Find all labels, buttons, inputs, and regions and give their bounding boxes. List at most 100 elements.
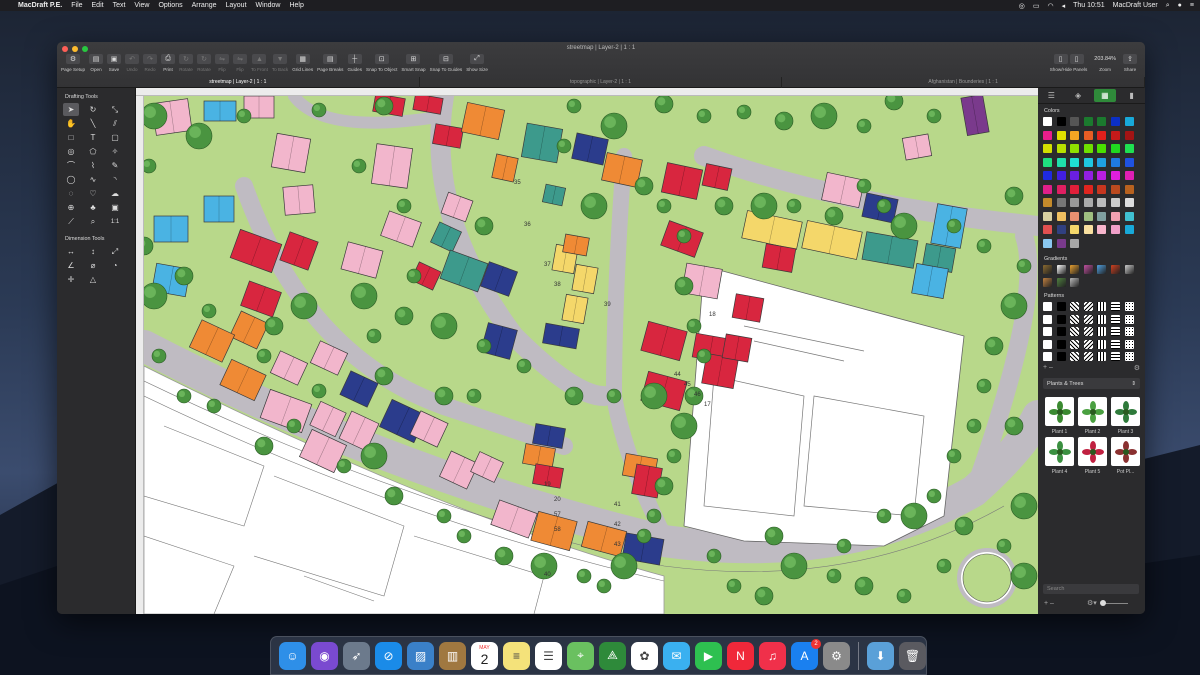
flip-button[interactable]: ⇋ Flip	[231, 54, 249, 76]
color-swatch[interactable]	[1124, 117, 1134, 126]
flip-button[interactable]: ⇋ Flip	[213, 54, 231, 76]
pattern-swatch[interactable]	[1043, 327, 1052, 336]
diagonal-dimension-icon[interactable]: ⤢	[107, 245, 123, 258]
pattern-swatch[interactable]	[1083, 339, 1093, 349]
pattern-swatch[interactable]	[1083, 302, 1093, 311]
color-swatch[interactable]	[1043, 157, 1052, 167]
pattern-swatch[interactable]	[1056, 302, 1066, 311]
color-swatch[interactable]	[1097, 130, 1107, 140]
pattern-swatch[interactable]	[1097, 339, 1107, 349]
pattern-swatch[interactable]	[1070, 302, 1080, 311]
radius-dimension-icon[interactable]: ◔	[107, 259, 123, 272]
facetime-icon[interactable]: ▶	[695, 641, 722, 670]
messages-icon[interactable]: ✉	[663, 641, 690, 670]
pattern-swatch[interactable]	[1124, 314, 1134, 324]
color-swatch[interactable]	[1110, 117, 1120, 126]
gradient-swatch[interactable]	[1070, 278, 1080, 287]
menu-options[interactable]: Options	[158, 2, 182, 9]
pattern-swatch[interactable]	[1056, 314, 1066, 324]
properties-tab-icon[interactable]: ☰	[1040, 89, 1062, 102]
siri-icon[interactable]: ◉	[311, 641, 338, 670]
page-breaks-button[interactable]: ▤ Page Breaks	[315, 54, 345, 76]
rotate-button[interactable]: ↻ Rotate	[177, 54, 195, 76]
color-swatch[interactable]	[1056, 211, 1066, 221]
horizontal-dimension-icon[interactable]: ↔	[63, 245, 79, 258]
macdraft-icon[interactable]: ⟁	[599, 641, 626, 670]
launchpad-icon[interactable]: ➶	[343, 641, 370, 670]
color-swatch[interactable]	[1083, 130, 1093, 140]
eyedropper-tool-icon[interactable]: ⟋	[63, 215, 79, 228]
color-swatch[interactable]	[1124, 130, 1134, 140]
pattern-swatch[interactable]	[1110, 352, 1120, 361]
cloud-tool-icon[interactable]: ☁	[107, 187, 123, 200]
color-swatch[interactable]	[1056, 157, 1066, 167]
zoom-control[interactable]: 203.84% Zoom	[1092, 54, 1118, 72]
open-button[interactable]: ▤ Open	[87, 54, 105, 76]
color-swatch[interactable]	[1043, 171, 1052, 180]
color-swatch[interactable]	[1097, 144, 1107, 153]
pattern-swatch[interactable]	[1056, 339, 1066, 349]
pattern-swatch[interactable]	[1097, 314, 1107, 324]
donut-tool-icon[interactable]: ◌	[63, 187, 79, 200]
guides-button[interactable]: ┼ Guides	[345, 54, 364, 76]
crosshair-tool-icon[interactable]: ⊕	[63, 201, 79, 214]
color-swatch[interactable]	[1124, 211, 1134, 221]
calendar-icon[interactable]: MAY 2	[471, 641, 498, 670]
finder-icon[interactable]: ☺	[279, 641, 306, 670]
photos-icon[interactable]: ✿	[631, 641, 658, 670]
fill-settings-icon[interactable]: ⚙	[1134, 364, 1140, 372]
notefile-icon[interactable]: ▥	[439, 641, 466, 670]
pattern-swatch[interactable]	[1097, 302, 1107, 311]
pattern-swatch[interactable]	[1043, 352, 1052, 361]
rotate-button[interactable]: ↻ Rotate	[195, 54, 213, 76]
color-swatch[interactable]	[1083, 117, 1093, 126]
menu-layout[interactable]: Layout	[226, 2, 247, 9]
tab-afghanistan[interactable]: Afghanistan | Bounderies | 1 : 1	[782, 77, 1145, 88]
plant-item[interactable]: Pot Pl...	[1109, 437, 1142, 475]
color-swatch[interactable]	[1124, 157, 1134, 167]
pattern-swatch[interactable]	[1056, 352, 1066, 361]
pattern-swatch[interactable]	[1097, 352, 1107, 361]
color-swatch[interactable]	[1083, 171, 1093, 180]
pattern-swatch[interactable]	[1070, 314, 1080, 324]
snap-to-object-button[interactable]: ⊡ Snap To Object	[364, 54, 399, 76]
color-swatch[interactable]	[1043, 211, 1052, 221]
menu-help[interactable]: Help	[289, 2, 303, 9]
pattern-swatch[interactable]	[1056, 327, 1066, 336]
zoom-tool-icon[interactable]: ⌕	[85, 215, 101, 228]
show-hide-panels-button[interactable]: ▯ ▯ Show/Hide Panels	[1048, 54, 1090, 72]
menu-window[interactable]: Window	[256, 2, 281, 9]
resize-tool-icon[interactable]: ⤡	[107, 103, 123, 116]
scale-tool[interactable]: 1:1	[107, 215, 123, 228]
gradient-swatch[interactable]	[1097, 264, 1107, 274]
color-swatch[interactable]	[1056, 144, 1066, 153]
color-swatch[interactable]	[1043, 198, 1052, 207]
color-swatch[interactable]	[1070, 225, 1080, 234]
color-swatch[interactable]	[1070, 238, 1080, 248]
layers-tab-icon[interactable]: ◈	[1067, 89, 1089, 102]
image-tool-icon[interactable]: ▣	[107, 201, 123, 214]
settings-icon[interactable]: ⚙	[823, 641, 850, 670]
gradient-swatch[interactable]	[1124, 264, 1134, 274]
siri-menu-icon[interactable]: ●	[1178, 2, 1182, 9]
plant-item[interactable]: Plant 5	[1076, 437, 1109, 475]
airplay-icon[interactable]: ▭	[1033, 2, 1040, 10]
maps-icon[interactable]: ⌖	[567, 641, 594, 670]
color-swatch[interactable]	[1124, 144, 1134, 153]
star-tool-icon[interactable]: ✧	[107, 145, 123, 158]
smart-snap-button[interactable]: ⊞ Smart Snap	[399, 54, 427, 76]
heart-tool-icon[interactable]: ♡	[85, 187, 101, 200]
color-swatch[interactable]	[1110, 144, 1120, 153]
color-swatch[interactable]	[1043, 117, 1052, 126]
color-swatch[interactable]	[1097, 225, 1107, 234]
news-icon[interactable]: N	[727, 641, 754, 670]
notification-center-icon[interactable]: ≡	[1190, 2, 1194, 9]
share-button[interactable]: ⇪ Share	[1121, 54, 1139, 72]
pattern-swatch[interactable]	[1124, 302, 1134, 311]
pattern-swatch[interactable]	[1043, 314, 1052, 324]
line-tool-icon[interactable]: ╲	[85, 117, 101, 130]
library-search-input[interactable]: Search	[1043, 584, 1139, 594]
color-swatch[interactable]	[1056, 171, 1066, 180]
pattern-swatch[interactable]	[1110, 327, 1120, 336]
color-swatch[interactable]	[1070, 171, 1080, 180]
